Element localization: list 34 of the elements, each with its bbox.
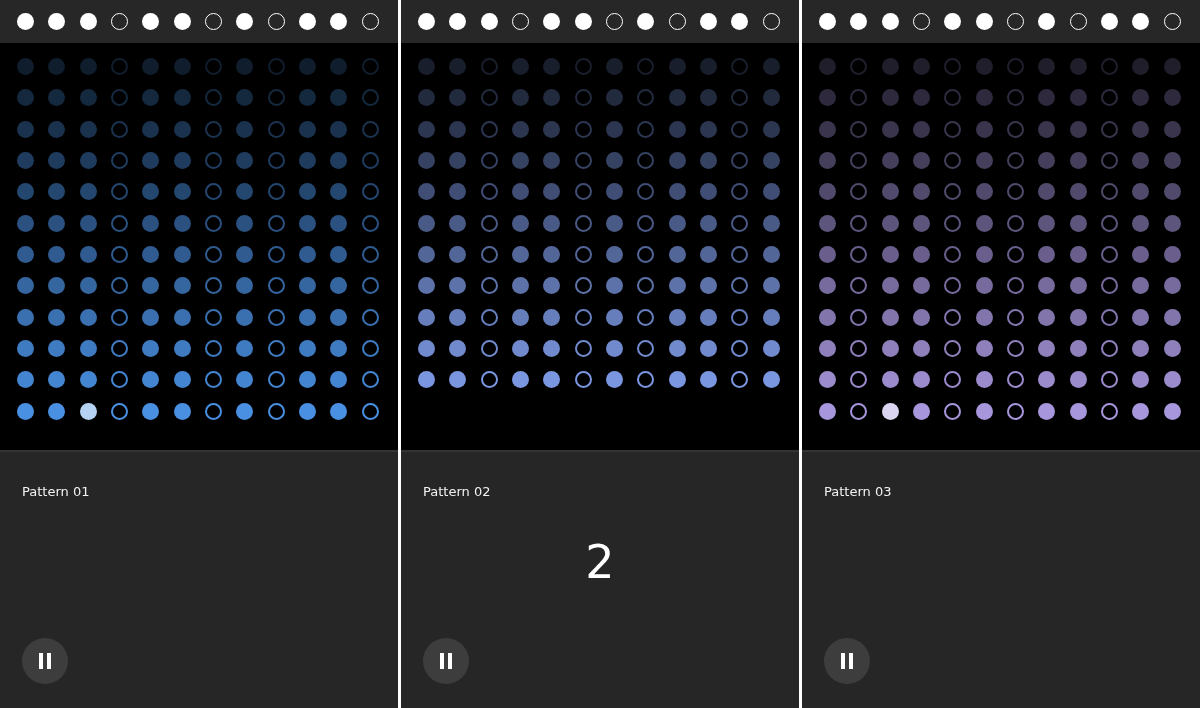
pause-button[interactable]	[22, 638, 68, 684]
step-dot[interactable]	[574, 13, 592, 30]
step-dot[interactable]	[299, 13, 317, 30]
step-dot[interactable]	[881, 13, 899, 30]
step-dot[interactable]	[330, 13, 348, 30]
pattern-title: Pattern 02	[423, 484, 491, 499]
step-dot[interactable]	[449, 13, 467, 30]
step-dot[interactable]	[1038, 13, 1056, 30]
step-dot[interactable]	[236, 13, 254, 30]
step-dot[interactable]	[1101, 13, 1119, 30]
step-dot[interactable]	[637, 13, 655, 30]
step-dot[interactable]	[819, 13, 837, 30]
countdown-number: 2	[585, 535, 615, 589]
step-dot[interactable]	[700, 13, 718, 30]
pause-icon	[39, 653, 51, 669]
step-dot[interactable]	[17, 13, 35, 30]
pause-button[interactable]	[423, 638, 469, 684]
pause-icon	[841, 653, 853, 669]
pause-button[interactable]	[824, 638, 870, 684]
step-dot[interactable]	[975, 13, 993, 30]
step-dot[interactable]	[480, 13, 498, 30]
step-dot[interactable]	[418, 13, 436, 30]
step-dot[interactable]	[1132, 13, 1150, 30]
step-dot[interactable]	[543, 13, 561, 30]
step-dot[interactable]	[731, 13, 749, 30]
pattern-title: Pattern 03	[824, 484, 892, 499]
step-dot[interactable]	[142, 13, 160, 30]
pattern-title: Pattern 01	[22, 484, 90, 499]
step-dot[interactable]	[48, 13, 66, 30]
step-dot[interactable]	[944, 13, 962, 30]
step-dot[interactable]	[79, 13, 97, 30]
pause-icon	[440, 653, 452, 669]
step-dot[interactable]	[850, 13, 868, 30]
step-dot[interactable]	[173, 13, 191, 30]
